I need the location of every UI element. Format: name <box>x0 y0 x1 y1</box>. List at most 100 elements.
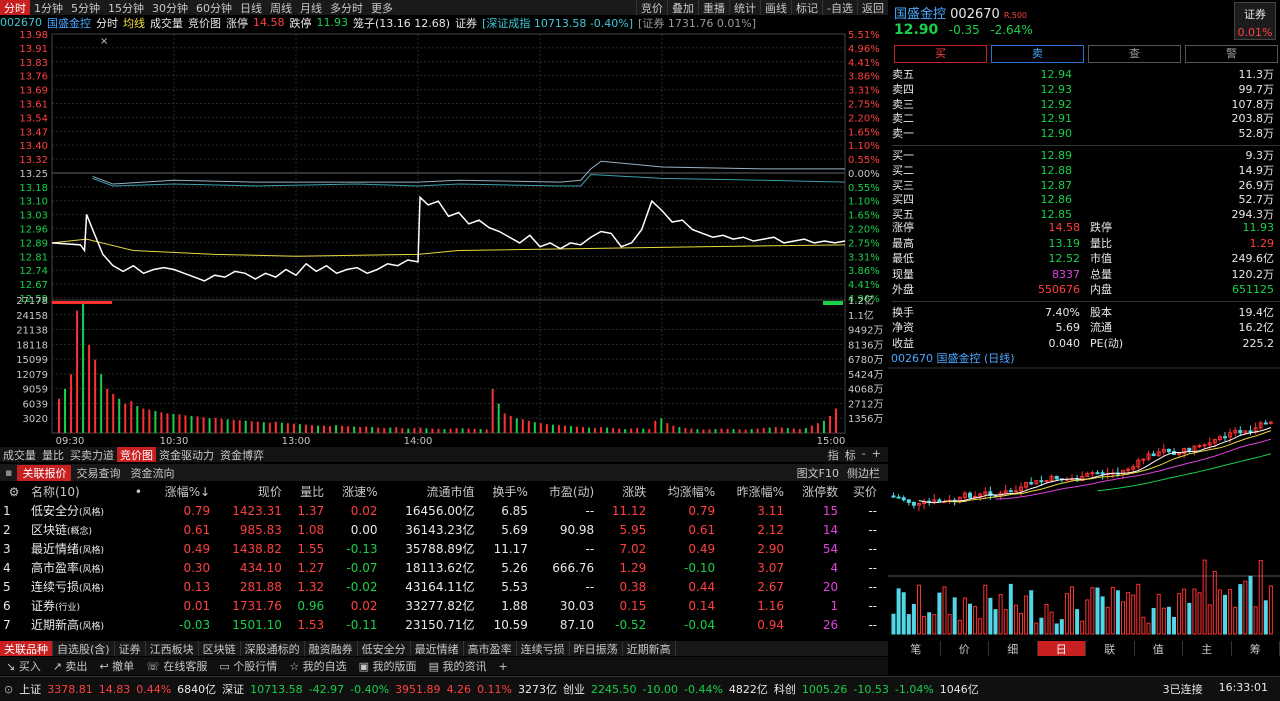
chart-item-volume[interactable]: 成交量 <box>150 15 183 30</box>
ask-row[interactable]: 卖二 12.91 203.8万 <box>892 112 1280 127</box>
alert-button[interactable]: 警 <box>1185 45 1278 63</box>
col-header-8[interactable]: 市盈(动) <box>531 482 597 501</box>
action-7[interactable]: ▤ 我的资讯 <box>423 658 493 674</box>
col-header-13[interactable]: 买价 <box>841 482 880 501</box>
sector-tab-8[interactable]: 最近情绪 <box>411 641 464 656</box>
table-row[interactable]: 4 高市盈率(风格) 0.30 434.10 1.27 -0.07 18113.62亿 5.2… <box>0 558 880 577</box>
lower-right-0[interactable]: 图文F10 <box>793 465 843 481</box>
col-header-9[interactable]: 涨跌 <box>597 482 649 501</box>
chart-tool-5[interactable]: 标记 <box>791 0 822 15</box>
chart-item-avg[interactable]: 均线 <box>123 15 145 30</box>
row-name[interactable]: 近期新高(风格) <box>28 615 130 634</box>
daily-kline-chart[interactable] <box>888 346 1280 640</box>
period-tab-8[interactable]: 月线 <box>296 0 326 15</box>
table-row[interactable]: 1 低安全分(风格) 0.79 1423.31 1.37 0.02 16456.00亿 6.8… <box>0 501 880 520</box>
bid-row[interactable]: 买二 12.88 14.9万 <box>892 164 1280 179</box>
indicator-tab-3[interactable]: 竞价图 <box>117 447 156 462</box>
action-4[interactable]: ▭ 个股行情 <box>213 658 283 674</box>
action-5[interactable]: ☆ 我的自选 <box>283 658 352 674</box>
col-header-0[interactable]: 名称(10) <box>28 482 130 501</box>
chart-tool-2[interactable]: 重播 <box>698 0 729 15</box>
row-name[interactable]: 区块链(概念) <box>28 520 130 539</box>
col-header-6[interactable]: 流通市值 <box>380 482 477 501</box>
status-menu-icon[interactable]: ⊙ <box>4 683 13 696</box>
action-3[interactable]: ☏ 在线客服 <box>140 658 213 674</box>
indicator-ctrl-1[interactable]: 标 <box>842 447 859 462</box>
bid-row[interactable]: 买三 12.87 26.9万 <box>892 179 1280 194</box>
table-row[interactable]: 3 最近情绪(风格) 0.49 1438.82 1.55 -0.13 35788.89亿 11… <box>0 539 880 558</box>
lower-tab-0[interactable]: 关联报价 <box>17 464 72 481</box>
right-tab-4[interactable]: 联 <box>1086 641 1135 656</box>
col-header-1[interactable]: • <box>130 482 147 501</box>
right-tab-1[interactable]: 价 <box>941 641 989 656</box>
chart-tool-7[interactable]: 返回 <box>857 0 888 15</box>
indicator-ctrl-3[interactable]: + <box>869 447 884 462</box>
col-header-2[interactable]: 涨幅%↓ <box>147 482 213 501</box>
intraday-chart[interactable]: 13.98 13.91 13.83 13.76 13.69 13.61 13.54 13.47… <box>0 30 888 447</box>
period-tab-7[interactable]: 周线 <box>266 0 296 15</box>
action-6[interactable]: ▣ 我的版面 <box>353 658 423 674</box>
col-header-12[interactable]: 涨停数 <box>787 482 841 501</box>
right-tab-5[interactable]: 值 <box>1135 641 1183 656</box>
lower-tab-2[interactable]: 资金流向 <box>125 465 179 481</box>
right-tab-0[interactable]: 笔 <box>892 641 941 656</box>
col-header-11[interactable]: 昨涨幅% <box>718 482 787 501</box>
lower-tab-1[interactable]: 交易查询 <box>71 465 125 481</box>
chart-tool-0[interactable]: 竞价 <box>636 0 667 15</box>
stock-name[interactable]: 国盛金控 <box>47 15 91 30</box>
sector-tab-9[interactable]: 高市盈率 <box>464 641 517 656</box>
table-row[interactable]: 7 近期新高(风格) -0.03 1501.10 1.53 -0.11 23150.71亿 1… <box>0 615 880 634</box>
table-row[interactable]: 6 证券(行业) 0.01 1731.76 0.96 0.02 33277.82亿 1.88 3… <box>0 596 880 615</box>
ask-row[interactable]: 卖一 12.90 52.8万 <box>892 127 1280 142</box>
indicator-tab-2[interactable]: 买卖力道 <box>67 447 117 462</box>
action-1[interactable]: ↗ 卖出 <box>47 658 94 674</box>
right-tab-6[interactable]: 主 <box>1183 641 1232 656</box>
sector-tab-5[interactable]: 深股通标的 <box>241 641 305 656</box>
ask-row[interactable]: 卖三 12.92 107.8万 <box>892 98 1280 113</box>
chart-tool-6[interactable]: -自选 <box>822 0 857 15</box>
right-tab-7[interactable]: 筹 <box>1232 641 1280 656</box>
query-button[interactable]: 查 <box>1088 45 1181 63</box>
chart-tool-3[interactable]: 统计 <box>729 0 760 15</box>
sector-tab-1[interactable]: 自选股(含) <box>53 641 115 656</box>
row-name[interactable]: 高市盈率(风格) <box>28 558 130 577</box>
period-tab-10[interactable]: 更多 <box>367 0 397 15</box>
ask-row[interactable]: 卖四 12.93 99.7万 <box>892 83 1280 98</box>
close-icon[interactable]: × <box>100 36 108 47</box>
chart-item-auction[interactable]: 竞价图 <box>188 15 221 30</box>
chart-tool-1[interactable]: 叠加 <box>667 0 698 15</box>
col-header-10[interactable]: 均涨幅% <box>649 482 718 501</box>
indicator-tab-0[interactable]: 成交量 <box>0 447 39 462</box>
sector-tab-7[interactable]: 低安全分 <box>358 641 411 656</box>
period-tab-6[interactable]: 日线 <box>236 0 266 15</box>
row-name[interactable]: 低安全分(风格) <box>28 501 130 520</box>
action-0[interactable]: ↘ 买入 <box>0 658 47 674</box>
lower-right-1[interactable]: 侧边栏 <box>843 465 884 481</box>
col-header-5[interactable]: 涨速% <box>327 482 380 501</box>
sector-tab-11[interactable]: 昨日振荡 <box>570 641 623 656</box>
indicator-tab-4[interactable]: 资金驱动力 <box>156 447 217 462</box>
sector-tab-6[interactable]: 融资融券 <box>305 641 358 656</box>
period-tab-9[interactable]: 多分时 <box>326 0 367 15</box>
indicator-ctrl-2[interactable]: - <box>859 447 869 462</box>
settings-gear-icon[interactable]: ⚙ <box>0 482 28 501</box>
chart-tool-4[interactable]: 画线 <box>760 0 791 15</box>
period-tab-3[interactable]: 15分钟 <box>104 0 148 15</box>
panel-toggle-icon[interactable]: ▪ <box>0 466 17 479</box>
indicator-tab-1[interactable]: 量比 <box>39 447 67 462</box>
buy-button[interactable]: 买 <box>894 45 987 63</box>
chart-item-fenshi[interactable]: 分时 <box>96 15 118 30</box>
period-tab-5[interactable]: 60分钟 <box>192 0 236 15</box>
action-2[interactable]: ↩ 撤单 <box>93 658 140 674</box>
right-tab-2[interactable]: 细 <box>989 641 1038 656</box>
bid-row[interactable]: 买一 12.89 9.3万 <box>892 149 1280 164</box>
row-name[interactable]: 连续亏损(风格) <box>28 577 130 596</box>
connection-status[interactable]: 3已连接 <box>1163 681 1203 697</box>
sector-box[interactable]: 证券 0.01% <box>1234 2 1276 40</box>
row-name[interactable]: 证券(行业) <box>28 596 130 615</box>
sector-tab-12[interactable]: 近期新高 <box>623 641 676 656</box>
sector-tab-4[interactable]: 区块链 <box>199 641 241 656</box>
sector-tab-3[interactable]: 江西板块 <box>146 641 199 656</box>
col-header-4[interactable]: 量比 <box>285 482 327 501</box>
sector-tab-10[interactable]: 连续亏损 <box>517 641 570 656</box>
